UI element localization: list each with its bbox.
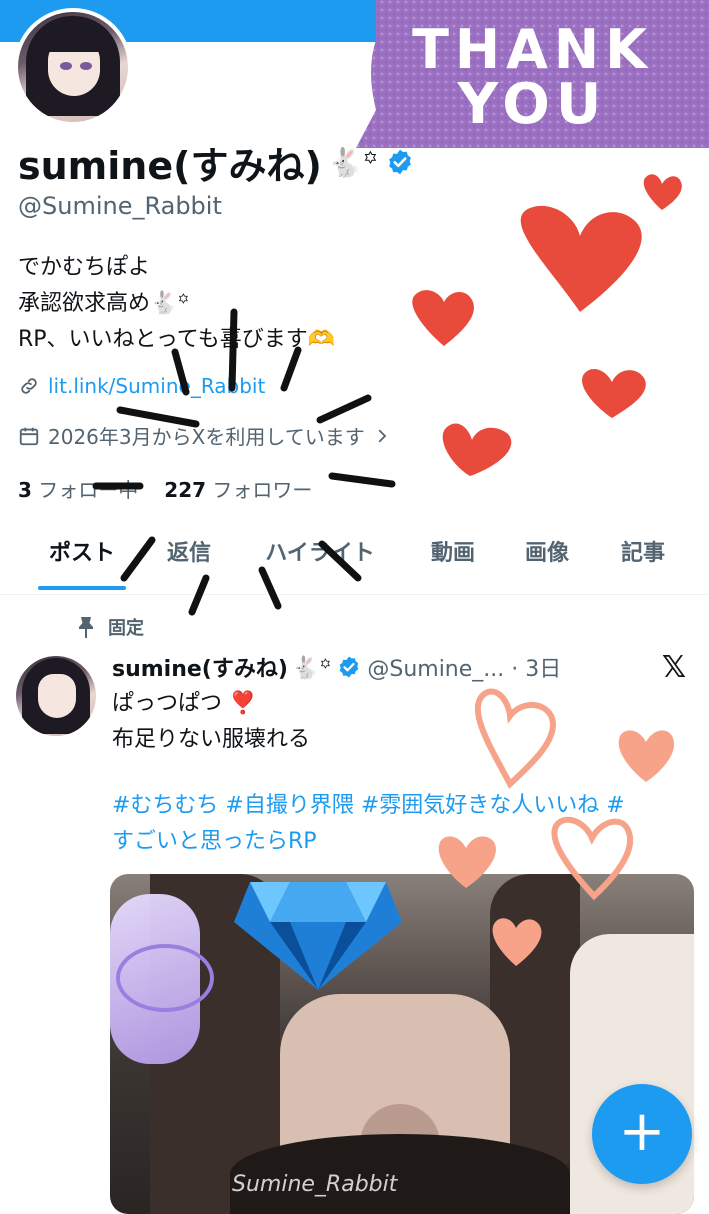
profile-bio: でかむちぽよ 承認欲求高め🐇꙳ RP、いいねとっても喜びます🫶 (18, 250, 335, 358)
link-icon (21, 378, 37, 394)
following-count: 3 (18, 478, 32, 502)
sticker-line-2: YOU (457, 72, 608, 137)
bio-line: 承認欲求高め🐇꙳ (18, 291, 190, 316)
followers-count: 227 (164, 478, 207, 502)
plus-icon: + (618, 1099, 666, 1164)
post-text: ぱっつぱつ ❣️ 布足りない服壊れる (112, 686, 310, 758)
profile-joined-text: 2026年3月からXを利用しています (48, 425, 365, 449)
pinned-label: 固定 (108, 618, 144, 639)
tab-highlights[interactable]: ハイライト (248, 524, 392, 594)
verified-badge-icon[interactable] (337, 655, 361, 679)
post-text-line: ぱっつぱつ ❣️ (112, 691, 257, 716)
profile-handle: @Sumine_Rabbit (18, 192, 222, 220)
profile-name: sumine(すみね) (18, 143, 322, 188)
profile-link[interactable]: lit.link/Sumine_Rabbit (18, 374, 265, 398)
follow-stats: 3 フォロー中 227 フォロワー (18, 474, 312, 503)
x-logo-icon: 𝕏 (661, 650, 687, 685)
post-handle-time: @Sumine_... · 3日 (367, 657, 562, 682)
profile-avatar[interactable] (14, 8, 132, 126)
profile-tabs: ポスト 返信 ハイライト 動画 画像 記事 (0, 524, 709, 595)
bio-line: RP、いいねとっても喜びます🫶 (18, 327, 336, 352)
followers-label: フォロワー (212, 478, 313, 502)
thank-you-sticker: THANK YOU (356, 0, 709, 148)
profile-name-row: sumine(すみね) 🐇꙳ (18, 138, 414, 188)
following-label: フォロー中 (38, 478, 139, 502)
blue-gem-sticker (234, 882, 402, 990)
post-text-line: 布足りない服壊れる (112, 727, 311, 752)
active-tab-indicator (38, 586, 126, 590)
following-link[interactable]: 3 フォロー中 (18, 474, 138, 503)
profile-link-text[interactable]: lit.link/Sumine_Rabbit (48, 374, 265, 398)
followers-link[interactable]: 227 フォロワー (164, 474, 312, 503)
profile-joined[interactable]: 2026年3月からXを利用しています (18, 421, 391, 450)
post-author-emoji: 🐇꙳ (291, 656, 332, 681)
pinned-indicator: 固定 (76, 614, 144, 640)
hashtag-line[interactable]: #むちむち #自撮り界隈 #雰囲気好きな人いいね # (112, 788, 692, 824)
tab-posts[interactable]: ポスト (28, 524, 136, 594)
post-hashtags[interactable]: #むちむち #自撮り界隈 #雰囲気好きな人いいね # すごいと思ったらRP (112, 788, 692, 860)
post-avatar[interactable] (16, 656, 96, 736)
tab-videos[interactable]: 動画 (414, 524, 492, 594)
compose-post-button[interactable]: + (592, 1084, 692, 1184)
profile-name-emoji: 🐇꙳ (327, 146, 379, 179)
media-watermark: Sumine_Rabbit (232, 1172, 398, 1197)
chevron-right-icon (378, 429, 387, 442)
tab-articles[interactable]: 記事 (604, 524, 682, 594)
bio-line: でかむちぽよ (18, 255, 151, 280)
calendar-icon (19, 427, 39, 445)
pin-icon (79, 617, 93, 638)
post-header: sumine(すみね) 🐇꙳ @Sumine_... · 3日 (112, 650, 561, 684)
tab-replies[interactable]: 返信 (150, 524, 228, 594)
verified-badge-icon[interactable] (386, 148, 414, 176)
hashtag-line[interactable]: すごいと思ったらRP (112, 824, 692, 860)
tab-images[interactable]: 画像 (508, 524, 586, 594)
post-author-name[interactable]: sumine(すみね) (112, 651, 288, 683)
